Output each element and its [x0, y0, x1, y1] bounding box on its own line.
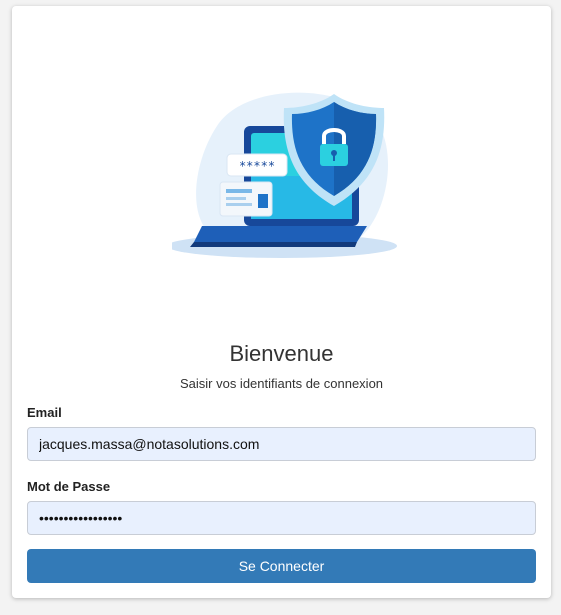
page-title: Bienvenue [229, 341, 334, 366]
password-field[interactable] [27, 501, 536, 535]
illustration-password-text: ***** [239, 159, 275, 173]
login-button[interactable]: Se Connecter [27, 549, 536, 583]
email-field[interactable] [27, 427, 536, 461]
page-subtitle: Saisir vos identifiants de connexion [179, 376, 384, 391]
login-card: ***** Bienvenue Saisir vos identifiants … [12, 6, 551, 598]
email-label: Email [27, 405, 62, 420]
laptop-security-shield-icon: ***** [172, 92, 397, 258]
password-label: Mot de Passe [27, 479, 111, 494]
